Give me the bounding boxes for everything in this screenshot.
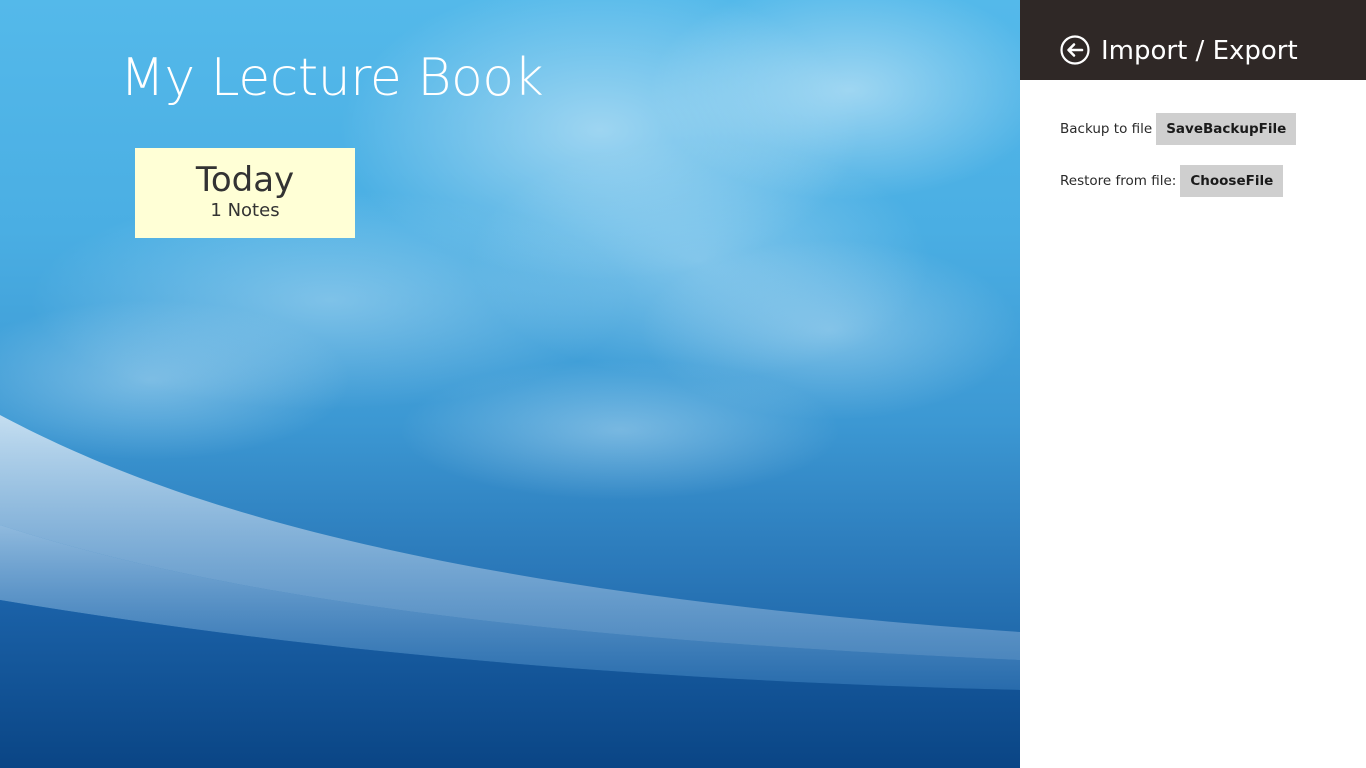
restore-row: Restore from file: ChooseFile [1060, 165, 1284, 197]
app-window: My Lecture Book Today 1 Notes Import / E… [0, 0, 1366, 768]
back-button[interactable] [1060, 35, 1090, 65]
app-title: My Lecture Book [120, 48, 544, 108]
backup-row: Backup to file SaveBackupFile [1060, 113, 1297, 145]
main-canvas: My Lecture Book Today 1 Notes [0, 0, 1020, 768]
import-export-flyout: Import / Export Backup to file SaveBacku… [1020, 0, 1366, 768]
note-group-tile[interactable]: Today 1 Notes [135, 148, 355, 238]
save-backup-file-button[interactable]: SaveBackupFile [1156, 113, 1297, 145]
tile-title: Today [195, 160, 295, 200]
sky-background [0, 0, 1020, 768]
flyout-header: Import / Export [1020, 0, 1366, 80]
back-arrow-circle-icon [1060, 35, 1090, 65]
tile-note-count: 1 Notes [210, 200, 280, 221]
restore-label: Restore from file: [1060, 173, 1177, 189]
backup-label: Backup to file [1060, 121, 1153, 137]
choose-file-button[interactable]: ChooseFile [1180, 165, 1284, 197]
flyout-title: Import / Export [1101, 36, 1298, 66]
